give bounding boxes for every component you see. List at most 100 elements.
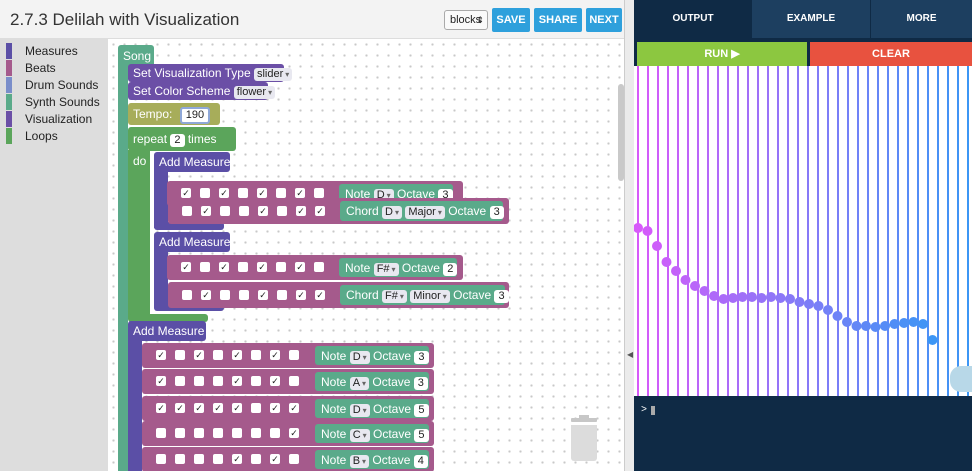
beat-checkbox[interactable] [251, 403, 261, 413]
beat-checkbox[interactable] [270, 428, 280, 438]
beat-checkbox[interactable] [251, 350, 261, 360]
beat-checkbox[interactable]: ✓ [257, 262, 267, 272]
beat-checkbox[interactable]: ✓ [156, 376, 166, 386]
beat-checkbox[interactable] [314, 188, 324, 198]
mode-select[interactable]: blocks ⇕ [444, 10, 488, 30]
beat-checkbox[interactable]: ✓ [181, 262, 191, 272]
beat-checkbox[interactable]: ✓ [315, 290, 325, 300]
beat-checkbox[interactable]: ✓ [201, 290, 211, 300]
beat-checkbox[interactable] [289, 350, 299, 360]
pitch-dropdown[interactable]: F# ▾ [382, 290, 407, 303]
beat-checkbox[interactable]: ✓ [295, 188, 305, 198]
beat-checkbox[interactable] [232, 428, 242, 438]
beat-checkbox[interactable] [175, 376, 185, 386]
set-color-block[interactable]: Set Color Scheme flower ▾ [128, 82, 276, 100]
beat-checkbox[interactable] [194, 428, 204, 438]
tempo-input[interactable]: 190 [179, 107, 211, 124]
beat-checkbox[interactable]: ✓ [213, 403, 223, 413]
beat-checkbox[interactable] [200, 188, 210, 198]
beat-checkbox[interactable] [213, 376, 223, 386]
next-button[interactable]: NEXT [586, 8, 622, 32]
beat-checkbox[interactable]: ✓ [270, 376, 280, 386]
pitch-dropdown[interactable]: D ▾ [349, 404, 370, 417]
pitch-dropdown[interactable]: A ▾ [349, 377, 370, 390]
beat-checkbox[interactable] [277, 290, 287, 300]
beat-checkbox[interactable] [213, 428, 223, 438]
beat-checkbox[interactable]: ✓ [194, 403, 204, 413]
beat-checkbox[interactable]: ✓ [181, 188, 191, 198]
beat-checkbox[interactable] [194, 454, 204, 464]
settings-gear-icon[interactable] [950, 366, 972, 392]
chord-quality-dropdown[interactable]: Minor ▾ [410, 290, 450, 303]
note-block[interactable]: Note F# ▾ Octave 2 [339, 258, 458, 277]
chord-block[interactable]: Chord F# ▾ Minor ▾ Octave 3 [340, 285, 509, 305]
run-button[interactable]: RUN ▶ [637, 42, 807, 66]
beat-checkbox[interactable] [251, 454, 261, 464]
beat-checkbox[interactable]: ✓ [258, 290, 268, 300]
beat-checkbox[interactable]: ✓ [296, 290, 306, 300]
share-button[interactable]: SHARE [534, 8, 582, 32]
tab-example[interactable]: EXAMPLE [752, 0, 870, 38]
beat-checkbox[interactable]: ✓ [258, 206, 268, 216]
beat-checkbox[interactable] [182, 206, 192, 216]
beat-checkbox[interactable] [200, 262, 210, 272]
color-scheme-dropdown[interactable]: flower ▾ [233, 86, 276, 99]
beat-checkbox[interactable]: ✓ [175, 403, 185, 413]
clear-button[interactable]: CLEAR [810, 42, 972, 66]
repeat-block[interactable]: repeat 2 times [128, 127, 236, 151]
beat-checkbox[interactable]: ✓ [156, 350, 166, 360]
octave-input[interactable]: 3 [413, 377, 428, 390]
beat-checkbox[interactable] [314, 262, 324, 272]
beat-checkbox[interactable] [238, 188, 248, 198]
tab-more[interactable]: MORE [870, 0, 972, 38]
beat-checkbox[interactable] [251, 376, 261, 386]
octave-input[interactable]: 5 [414, 404, 429, 417]
beat-checkbox[interactable] [238, 262, 248, 272]
beat-checkbox[interactable] [251, 428, 261, 438]
tab-output[interactable]: OUTPUT [634, 0, 752, 38]
beat-checkbox[interactable] [239, 290, 249, 300]
beat-checkbox[interactable] [175, 350, 185, 360]
trash-can-icon[interactable] [568, 415, 600, 462]
beat-checkbox[interactable] [194, 376, 204, 386]
note-block[interactable]: Note A ▾ Octave 3 [315, 372, 429, 391]
octave-input[interactable]: 5 [414, 429, 429, 442]
beat-checkbox[interactable] [213, 454, 223, 464]
beat-checkbox[interactable]: ✓ [219, 188, 229, 198]
beat-checkbox[interactable]: ✓ [296, 206, 306, 216]
repeat-count-input[interactable]: 2 [170, 134, 185, 147]
octave-input[interactable]: 4 [413, 455, 428, 468]
octave-input[interactable]: 2 [443, 263, 458, 276]
beat-checkbox[interactable]: ✓ [232, 454, 242, 464]
beat-checkbox[interactable]: ✓ [201, 206, 211, 216]
beat-checkbox[interactable]: ✓ [315, 206, 325, 216]
beat-checkbox[interactable]: ✓ [270, 403, 280, 413]
console-output[interactable] [634, 398, 972, 471]
beat-checkbox[interactable] [156, 428, 166, 438]
pitch-dropdown[interactable]: F# ▾ [373, 263, 399, 276]
note-block[interactable]: Note B ▾ Octave 4 [315, 450, 429, 469]
pitch-dropdown[interactable]: D ▾ [349, 351, 370, 364]
beat-checkbox[interactable] [276, 188, 286, 198]
beat-checkbox[interactable] [239, 206, 249, 216]
beat-checkbox[interactable] [182, 290, 192, 300]
save-button[interactable]: SAVE [492, 8, 530, 32]
beat-checkbox[interactable]: ✓ [270, 350, 280, 360]
beat-checkbox[interactable] [220, 290, 230, 300]
beat-checkbox[interactable]: ✓ [156, 403, 166, 413]
beat-checkbox[interactable] [289, 454, 299, 464]
panel-divider[interactable]: ◀ [624, 0, 634, 471]
note-block[interactable]: Note C ▾ Octave 5 [315, 424, 429, 443]
octave-input[interactable]: 3 [489, 206, 504, 219]
pitch-dropdown[interactable]: B ▾ [349, 455, 370, 468]
beat-checkbox[interactable]: ✓ [295, 262, 305, 272]
viz-type-dropdown[interactable]: slider ▾ [253, 68, 293, 81]
beat-checkbox[interactable]: ✓ [289, 428, 299, 438]
chord-quality-dropdown[interactable]: Major ▾ [405, 206, 445, 219]
beat-checkbox[interactable]: ✓ [232, 376, 242, 386]
note-block[interactable]: Note D ▾ Octave 5 [315, 399, 429, 418]
beat-checkbox[interactable] [276, 262, 286, 272]
beat-checkbox[interactable]: ✓ [194, 350, 204, 360]
pitch-dropdown[interactable]: C ▾ [349, 429, 370, 442]
collapse-arrow-icon[interactable]: ◀ [627, 350, 633, 359]
